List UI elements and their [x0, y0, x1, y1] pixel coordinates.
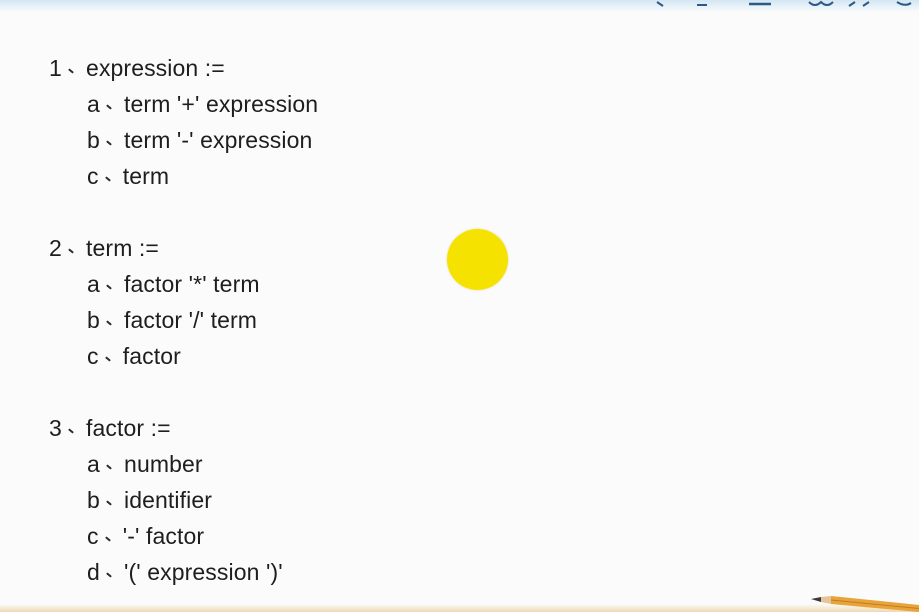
alternative-letter: b — [87, 487, 100, 513]
alternative-letter: c — [87, 163, 99, 189]
rule-head-text: factor := — [86, 415, 171, 441]
rule-number: 3 — [49, 415, 62, 441]
alternative-letter: a — [87, 451, 100, 477]
separator-mark — [62, 53, 86, 76]
rule-alternative: a factor '*' term — [49, 266, 449, 302]
alternative-text: factor '*' term — [124, 271, 260, 297]
rule-alternative: b identifier — [49, 482, 449, 518]
rule-heading: 2 term := — [49, 230, 449, 266]
rule-alternative: c '-' factor — [49, 518, 449, 554]
rule-alternative: c term — [49, 158, 449, 194]
grammar-rule: 3 factor := a number b identifier c '-' fact… — [49, 410, 449, 590]
alternative-text: term — [122, 163, 170, 189]
rule-alternative: a number — [49, 446, 449, 482]
alternative-text: number — [124, 451, 203, 477]
alternative-letter: c — [87, 523, 99, 549]
top-decoration-strokes — [656, 0, 912, 7]
alternative-letter: b — [87, 307, 100, 333]
alternative-letter: d — [87, 559, 100, 585]
bottom-border-band — [0, 604, 919, 612]
pencil-icon — [811, 596, 919, 612]
alternative-letter: a — [87, 271, 100, 297]
rule-head-text: expression := — [86, 55, 225, 81]
rule-head-text: term := — [86, 235, 159, 261]
alternative-text: term '-' expression — [124, 127, 313, 153]
cursor-highlight-dot — [447, 229, 508, 290]
alternative-text: identifier — [124, 487, 212, 513]
alternative-letter: c — [87, 343, 99, 369]
alternative-letter: a — [87, 91, 100, 117]
separator-mark — [100, 125, 124, 148]
grammar-rules: 1 expression := a term '+' expression b ter… — [49, 50, 449, 590]
rule-alternative: d '(' expression ')' — [49, 554, 449, 590]
alternative-letter: b — [87, 127, 100, 153]
separator-mark — [62, 413, 86, 436]
rule-heading: 3 factor := — [49, 410, 449, 446]
rule-alternative: b factor '/' term — [49, 302, 449, 338]
separator-mark — [99, 521, 123, 544]
separator-mark — [100, 449, 124, 472]
separator-mark — [99, 341, 123, 364]
rule-alternative: b term '-' expression — [49, 122, 449, 158]
rule-alternative: c factor — [49, 338, 449, 374]
rule-heading: 1 expression := — [49, 50, 449, 86]
rule-alternative: a term '+' expression — [49, 86, 449, 122]
alternative-text: '(' expression ')' — [124, 559, 283, 585]
separator-mark — [100, 89, 124, 112]
alternative-text: '-' factor — [122, 523, 205, 549]
grammar-rule: 2 term := a factor '*' term b factor '/' te… — [49, 230, 449, 374]
separator-mark — [100, 557, 124, 580]
separator-mark — [100, 305, 124, 328]
separator-mark — [62, 233, 86, 256]
separator-mark — [99, 161, 123, 184]
separator-mark — [100, 485, 124, 508]
alternative-text: factor '/' term — [124, 307, 258, 333]
rule-number: 1 — [49, 55, 62, 81]
grammar-rule: 1 expression := a term '+' expression b ter… — [49, 50, 449, 194]
alternative-text: term '+' expression — [124, 91, 319, 117]
separator-mark — [100, 269, 124, 292]
alternative-text: factor — [122, 343, 181, 369]
rule-number: 2 — [49, 235, 62, 261]
